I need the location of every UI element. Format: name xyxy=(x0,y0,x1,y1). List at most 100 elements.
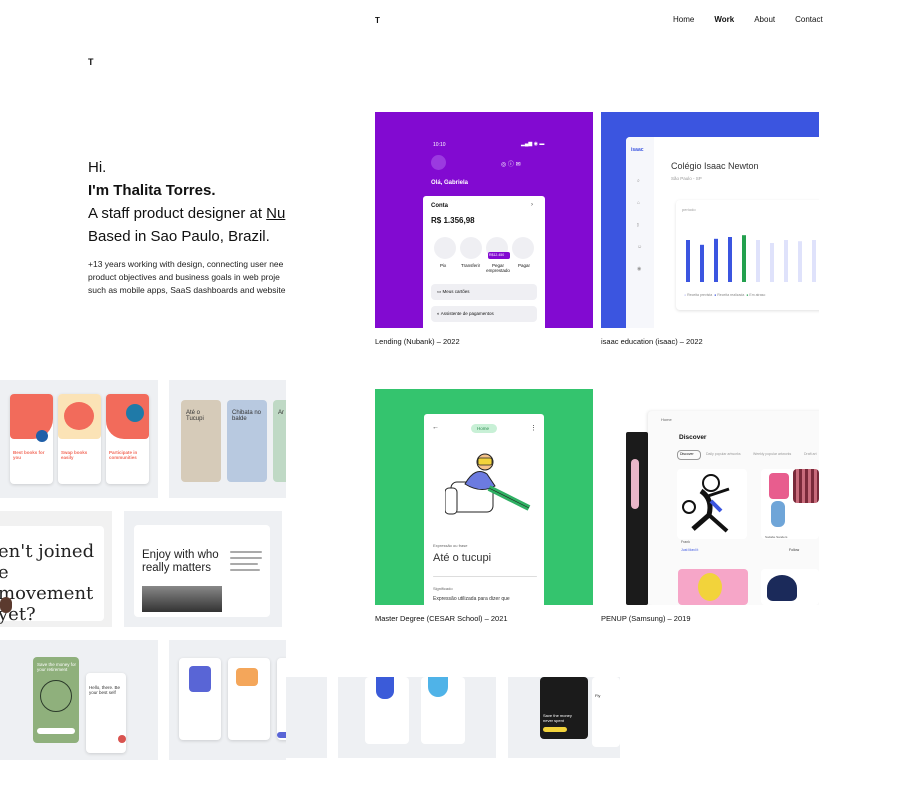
thumb-books-app[interactable]: Best books for you Swap books easily Par… xyxy=(0,380,158,498)
thumb-expr-text: Até o Tucupi xyxy=(186,410,204,422)
isaac-bar xyxy=(686,240,690,282)
thumb-enjoy-headline: Enjoy with who really matters xyxy=(142,549,219,574)
site-logo[interactable]: T xyxy=(375,16,380,25)
penup-tab-active[interactable]: Discover xyxy=(680,452,694,456)
penup-header: Home xyxy=(661,417,672,422)
chevron-right-icon: › xyxy=(531,202,533,208)
nubank-account-label: Conta xyxy=(431,203,448,209)
thumb-movement-headline: en't joined e movement yet? xyxy=(0,541,95,625)
cesar-title: Até o tucupi xyxy=(433,552,492,564)
project-card-nubank[interactable]: 10:10 ▂▄▆ ◉ ▬ ◎ ⓘ ✉ Olá, Gabriela Conta … xyxy=(375,112,593,346)
isaac-bar xyxy=(798,241,802,282)
nav-contact[interactable]: Contact xyxy=(795,15,823,24)
penup-title: Discover xyxy=(679,434,707,441)
project-caption[interactable]: Lending (Nubank) – 2022 xyxy=(375,337,593,346)
penup-follow2[interactable]: Just liked it xyxy=(681,548,698,552)
project-card-cesar[interactable]: ← Home ⋮ Expressão ou frase Até o tucupi… xyxy=(375,389,593,623)
penup-artist: Sodabe Sanders xyxy=(765,535,788,539)
thumb-strip-a[interactable] xyxy=(286,677,327,758)
project-caption[interactable]: Master Degree (CESAR School) – 2021 xyxy=(375,614,593,623)
dancer-illustration xyxy=(682,474,730,533)
penup-tab[interactable]: Daily popular artworks xyxy=(706,452,741,456)
isaac-bar xyxy=(714,238,718,282)
isaac-city: São Paulo - SP xyxy=(671,176,702,181)
project-thumb-isaac[interactable]: isaac ⌕ ⌂ ⫾ ☺ ◉ Colégio Isaac Newton São Pau… xyxy=(601,112,819,328)
intro-desc-line: +13 years working with design, connectin… xyxy=(88,259,284,269)
nubank-greeting: Olá, Gabriela xyxy=(431,180,469,186)
person-sofa-illustration xyxy=(445,453,531,515)
penup-artist2: Frank xyxy=(681,540,690,544)
nav-work[interactable]: Work xyxy=(714,15,734,24)
isaac-bar xyxy=(770,243,774,282)
isaac-bar-chart xyxy=(686,235,816,282)
back-arrow-icon[interactable]: ← xyxy=(432,424,439,431)
intro-name: I'm Thalita Torres. xyxy=(88,182,216,199)
project-thumb-penup[interactable]: Home Discover Discover Daily popular art… xyxy=(601,389,819,605)
pix-icon[interactable] xyxy=(434,237,456,259)
isaac-school: Colégio Isaac Newton xyxy=(671,161,759,171)
thumb-expr-text: Ar xyxy=(278,410,284,416)
thumb-strip-c[interactable]: Save the money never spent Fly xyxy=(508,677,620,758)
thumb-retire-text: Save the money for your retirement xyxy=(37,662,77,672)
thumbnail-mosaic: Best books for you Swap books easily Par… xyxy=(0,380,286,760)
intro-company-link[interactable]: Nu xyxy=(266,205,285,222)
penup-tab[interactable]: Weekly popular artworks xyxy=(753,452,791,456)
nubank-time: 10:10 xyxy=(433,142,446,148)
action-loan: Pegar emprestado xyxy=(486,263,510,273)
intro-role: A staff product designer at Nu xyxy=(88,202,286,225)
isaac-legend: ● Receita prevista ● Receita realizada ●… xyxy=(684,293,766,297)
legend-item: Receita prevista xyxy=(687,293,713,297)
cesar-small: Expressão ou frase xyxy=(433,543,468,548)
intro-location: Based in Sao Paulo, Brazil. xyxy=(88,228,270,245)
action-pix: Pix xyxy=(440,263,447,268)
assistant-row-label: ◐ Assistente de pagamentos xyxy=(437,311,494,316)
cesar-badge: Home xyxy=(477,426,490,431)
cesar-meaning-label: Significado xyxy=(433,586,453,591)
thumb-expr-text: Chibata no balde xyxy=(232,410,262,422)
isaac-logo: isaac xyxy=(631,147,644,153)
penup-follow[interactable]: Follow xyxy=(789,548,799,552)
project-card-isaac[interactable]: isaac ⌕ ⌂ ⫾ ☺ ◉ Colégio Isaac Newton São Pau… xyxy=(601,112,819,346)
more-icon[interactable]: ⋮ xyxy=(530,424,537,432)
thumb-retirement-app[interactable]: Save the money for your retirement Hello… xyxy=(0,640,158,760)
thumb-movement-site[interactable]: en't joined e movement yet? xyxy=(0,511,112,627)
thumb-expressions-app[interactable]: Até o Tucupi Chibata no balde Ar xyxy=(169,380,286,498)
project-thumb-nubank[interactable]: 10:10 ▂▄▆ ◉ ▬ ◎ ⓘ ✉ Olá, Gabriela Conta … xyxy=(375,112,593,328)
intro-desc-line: product objectives and business goals in… xyxy=(88,272,280,282)
project-card-penup[interactable]: Home Discover Discover Daily popular art… xyxy=(601,389,819,623)
isaac-bar xyxy=(728,237,732,282)
action-transfer: Transferir xyxy=(461,263,481,268)
intro-section: Hi. I'm Thalita Torres. A staff product … xyxy=(88,156,286,297)
thumb-books-text: Swap books easily xyxy=(61,450,88,460)
thumb-books-text: Best books for you xyxy=(13,450,45,460)
thumb-strip-text: Save the money never spent xyxy=(543,713,572,723)
isaac-bar xyxy=(784,240,788,282)
thumb-books-text: Participate in communities xyxy=(109,450,138,460)
thumb-enjoy-site[interactable]: Enjoy with who really matters xyxy=(124,511,282,627)
intro-desc-line: such as mobile apps, SaaS dashboards and… xyxy=(88,285,286,295)
thumb-strip-b[interactable] xyxy=(338,677,496,758)
intro-logo[interactable]: T xyxy=(88,57,94,67)
nav-about[interactable]: About xyxy=(754,15,775,24)
pay-icon[interactable] xyxy=(512,237,534,259)
intro-description: +13 years working with design, connectin… xyxy=(88,258,286,297)
isaac-chart-label: período xyxy=(682,207,696,212)
isaac-bar xyxy=(700,244,704,282)
isaac-bar xyxy=(756,240,760,282)
project-caption[interactable]: isaac education (isaac) – 2022 xyxy=(601,337,819,346)
project-caption[interactable]: PENUP (Samsung) – 2019 xyxy=(601,614,819,623)
isaac-bar xyxy=(812,240,816,282)
cesar-meaning: Expressão utilizada para dizer que xyxy=(433,596,510,602)
thumb-retire-text2: Hello, there. Be your best self xyxy=(89,685,121,695)
project-thumb-cesar[interactable]: ← Home ⋮ Expressão ou frase Até o tucupi… xyxy=(375,389,593,605)
cards-row-text: Meus cartões xyxy=(442,289,470,294)
intro-role-prefix: A staff product designer at xyxy=(88,205,267,222)
transfer-icon[interactable] xyxy=(460,237,482,259)
nav-home[interactable]: Home xyxy=(673,15,694,24)
penup-tab[interactable]: Draft art xyxy=(804,452,817,456)
loan-badge: R$12.450 xyxy=(489,253,505,257)
thumb-illustration-app[interactable] xyxy=(169,640,286,760)
cards-row-label: ▭ Meus cartões xyxy=(437,289,470,295)
thumb-strip-text2: Fly xyxy=(595,693,601,698)
intro-greeting: Hi. xyxy=(88,159,107,176)
